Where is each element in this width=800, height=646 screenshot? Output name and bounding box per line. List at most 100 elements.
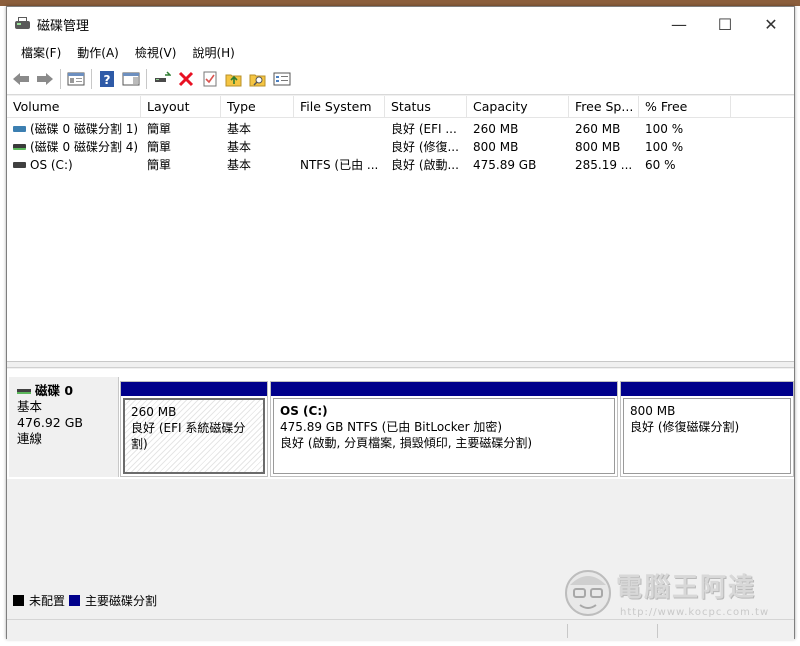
- percent-free-cell: 100 %: [645, 122, 684, 136]
- type-cell: 基本: [227, 158, 252, 172]
- delete-icon: [178, 71, 194, 86]
- layout-cell: 簡單: [147, 140, 172, 154]
- disk-size: 476.92 GB: [17, 415, 83, 430]
- disk-management-window: 磁碟管理 — ☐ ✕ 檔案(F) 動作(A) 檢視(V) 說明(H) ? Vol…: [6, 6, 795, 640]
- details-icon: [273, 72, 291, 85]
- delete-button[interactable]: [175, 68, 197, 90]
- legend-primary-partition: 主要磁碟分割: [85, 594, 158, 608]
- status-bar: [7, 619, 794, 640]
- back-button[interactable]: [10, 68, 32, 90]
- connect-drive-icon: [155, 70, 171, 82]
- menu-view[interactable]: 檢視(V): [127, 44, 185, 61]
- maximize-icon: ☐: [717, 14, 733, 34]
- close-button[interactable]: ✕: [748, 7, 794, 41]
- status-cell: 良好 (啟動...: [391, 158, 459, 172]
- legend-unallocated: 未配置: [29, 594, 66, 608]
- partition-title: OS (C:): [280, 404, 328, 418]
- disk-icon: [17, 388, 31, 394]
- column-header-percent-free[interactable]: % Free: [639, 96, 731, 118]
- file-system-cell: [294, 120, 385, 138]
- free-space-cell: 260 MB: [575, 122, 621, 136]
- window-title: 磁碟管理: [37, 18, 90, 34]
- free-space-cell: 800 MB: [575, 140, 621, 154]
- checklist-icon: [203, 71, 217, 86]
- menu-file[interactable]: 檔案(F): [13, 44, 69, 61]
- close-icon: ✕: [764, 14, 778, 34]
- table-row[interactable]: (磁碟 0 磁碟分割 1) 簡單 基本 良好 (EFI ... 260 MB 2…: [7, 120, 794, 138]
- check-button[interactable]: [199, 68, 221, 90]
- free-space-cell: 285.19 ...: [575, 158, 633, 172]
- show-action-pane-button[interactable]: [120, 68, 142, 90]
- table-row[interactable]: (磁碟 0 磁碟分割 4) 簡單 基本 良好 (修復... 800 MB 800…: [7, 138, 794, 156]
- disk-name-row: 磁碟 0: [17, 383, 110, 399]
- partition-body: 800 MB 良好 (修復磁碟分割): [623, 398, 791, 474]
- column-header-capacity[interactable]: Capacity: [467, 96, 569, 118]
- folder-up-button[interactable]: [223, 68, 245, 90]
- status-cell: 良好 (修復...: [391, 140, 459, 154]
- type-cell: 基本: [227, 140, 252, 154]
- primary-partition-swatch: [69, 595, 81, 606]
- back-arrow-icon: [13, 72, 29, 85]
- forward-arrow-icon: [37, 72, 53, 85]
- help-icon: ?: [100, 70, 114, 87]
- maximize-button[interactable]: ☐: [702, 7, 748, 41]
- volume-cell: (磁碟 0 磁碟分割 1): [7, 120, 141, 138]
- partition-status: 良好 (啟動, 分頁檔案, 損毀傾印, 主要磁碟分割): [280, 436, 533, 450]
- partition-recovery[interactable]: 800 MB 良好 (修復磁碟分割): [620, 381, 794, 477]
- minimize-icon: —: [671, 14, 687, 34]
- console-tree-icon: [67, 72, 85, 85]
- volume-name: OS (C:): [30, 158, 73, 172]
- title-bar[interactable]: 磁碟管理 — ☐ ✕: [7, 7, 794, 41]
- table-row[interactable]: OS (C:) 簡單 基本 NTFS (已由 ... 良好 (啟動... 475…: [7, 156, 794, 174]
- layout-cell: 簡單: [147, 158, 172, 172]
- show-hide-console-tree-button[interactable]: [65, 68, 87, 90]
- menu-action[interactable]: 動作(A): [69, 44, 127, 61]
- file-system-cell: [294, 138, 385, 156]
- volume-name: (磁碟 0 磁碟分割 4): [30, 140, 139, 154]
- partition-status: 良好 (修復磁碟分割): [630, 420, 740, 434]
- watermark-url: http://www.kocpc.com.tw: [620, 607, 770, 618]
- partition-bar: [621, 382, 793, 396]
- column-header-free-space[interactable]: Free Sp...: [569, 96, 639, 118]
- partition-size: 800 MB: [630, 404, 676, 418]
- unallocated-swatch: [13, 595, 24, 606]
- pane-splitter[interactable]: [7, 362, 794, 368]
- help-button[interactable]: ?: [96, 68, 118, 90]
- toolbar-separator: [146, 68, 147, 89]
- column-header-file-system[interactable]: File System: [294, 96, 385, 118]
- column-header-status[interactable]: Status: [385, 96, 467, 118]
- partition-size: 260 MB: [131, 405, 177, 419]
- connect-virtual-disk-button[interactable]: [151, 68, 173, 90]
- percent-free-cell: 100 %: [645, 140, 684, 154]
- volume-icon: [13, 161, 26, 168]
- menu-bar: 檔案(F) 動作(A) 檢視(V) 說明(H): [7, 41, 794, 63]
- status-bar-divider: [567, 624, 568, 638]
- menu-help[interactable]: 說明(H): [184, 44, 242, 61]
- disk-management-app-icon: [15, 17, 31, 31]
- volume-icon: [13, 143, 26, 150]
- partition-status: 良好 (EFI 系統磁碟分割): [131, 421, 246, 451]
- partition-bar: [271, 382, 617, 396]
- column-header-layout[interactable]: Layout: [141, 96, 221, 118]
- status-cell: 良好 (EFI ...: [391, 122, 457, 136]
- column-header-volume[interactable]: Volume: [7, 96, 141, 118]
- forward-button[interactable]: [34, 68, 56, 90]
- partition-efi[interactable]: 260 MB 良好 (EFI 系統磁碟分割): [120, 381, 268, 477]
- capacity-cell: 260 MB: [473, 122, 519, 136]
- column-header-type[interactable]: Type: [221, 96, 294, 118]
- folder-up-icon: [225, 74, 242, 86]
- layout-cell: 簡單: [147, 122, 172, 136]
- minimize-button[interactable]: —: [656, 7, 702, 41]
- disk-0-label[interactable]: 磁碟 0 基本 476.92 GB 連線: [9, 377, 119, 477]
- disk-name: 磁碟 0: [35, 383, 74, 398]
- folder-search-button[interactable]: [247, 68, 269, 90]
- volume-cell: OS (C:): [7, 156, 141, 174]
- toolbar-separator: [91, 68, 92, 89]
- partition-bar: [121, 382, 267, 396]
- status-bar-divider: [657, 624, 658, 638]
- capacity-cell: 475.89 GB: [473, 158, 537, 172]
- volume-name: (磁碟 0 磁碟分割 1): [30, 122, 139, 136]
- volume-icon: [13, 125, 26, 132]
- details-button[interactable]: [271, 68, 293, 90]
- partition-os-c[interactable]: OS (C:) 475.89 GB NTFS (已由 BitLocker 加密)…: [270, 381, 618, 477]
